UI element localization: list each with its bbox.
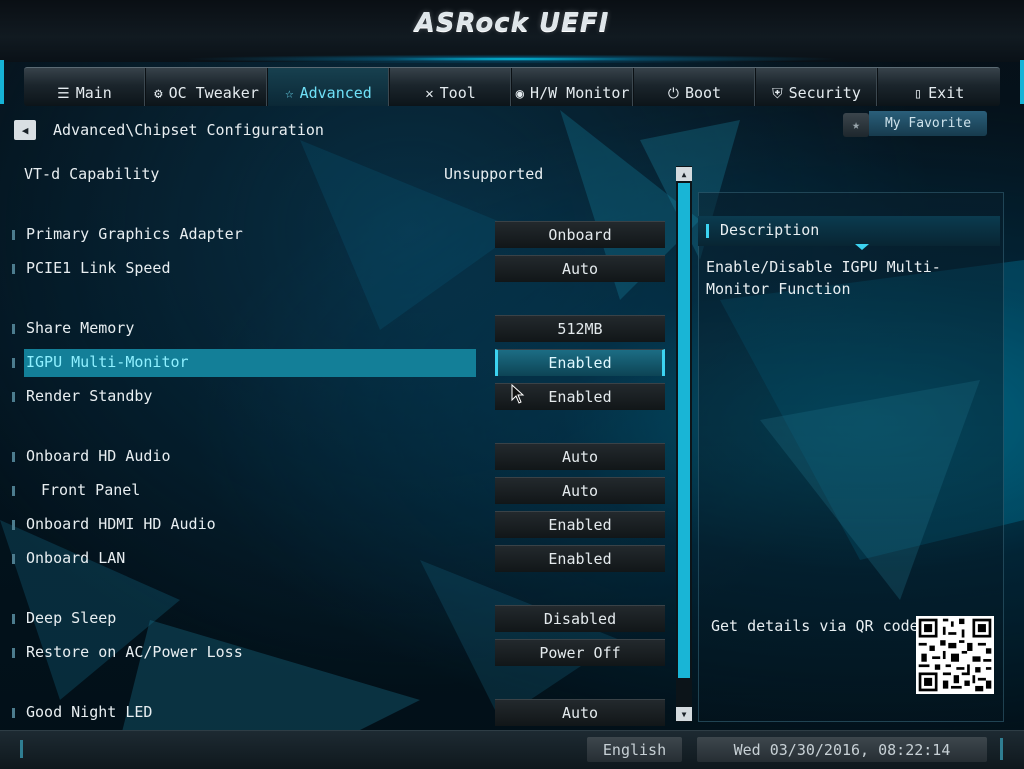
row-bullet xyxy=(12,324,15,334)
top-header: ASRock UEFI xyxy=(0,0,1024,66)
row-bullet xyxy=(12,358,15,368)
main-tab-bar: ☰ Main ⚙ OC Tweaker ☆ Advanced ✕ Tool ◉ H/W M… xyxy=(24,67,1000,106)
setting-label: Onboard LAN xyxy=(26,549,126,567)
back-button[interactable]: ◀ xyxy=(14,120,36,140)
vtd-value: Unsupported xyxy=(444,165,544,183)
row-bullet xyxy=(12,486,15,496)
setting-value-button[interactable]: Disabled xyxy=(495,605,665,632)
header-notch xyxy=(855,244,869,250)
setting-label: Onboard HDMI HD Audio xyxy=(26,515,216,533)
setting-row[interactable]: Onboard HD Audio Auto xyxy=(0,443,670,471)
setting-row[interactable]: Good Night LED Auto xyxy=(0,699,670,727)
setting-row[interactable]: Front Panel Auto xyxy=(0,477,670,505)
qr-label: Get details via QR code xyxy=(711,617,919,635)
vtd-label: VT-d Capability xyxy=(24,165,160,183)
setting-value-button[interactable]: Auto xyxy=(495,255,665,282)
rocket-icon: ⚙ xyxy=(154,86,163,102)
header-tick xyxy=(706,224,709,238)
right-accent-edge xyxy=(1020,60,1024,104)
setting-row[interactable]: Onboard HDMI HD Audio Enabled xyxy=(0,511,670,539)
tab-security[interactable]: ⛨ Security xyxy=(756,68,878,106)
setting-label: IGPU Multi-Monitor xyxy=(26,353,189,371)
description-header: Description xyxy=(698,216,1000,246)
setting-row[interactable]: PCIE1 Link Speed Auto xyxy=(0,255,670,283)
setting-row[interactable]: Deep Sleep Disabled xyxy=(0,605,670,633)
row-bullet xyxy=(12,648,15,658)
setting-row[interactable]: Share Memory 512MB xyxy=(0,315,670,343)
left-accent-edge xyxy=(0,60,4,104)
setting-value-button[interactable]: Enabled xyxy=(495,349,665,376)
description-title: Description xyxy=(720,221,820,239)
triangle-down-icon: ▼ xyxy=(681,709,687,719)
breadcrumb: Advanced\Chipset Configuration xyxy=(53,121,324,139)
asrock-uefi-logo: ASRock UEFI xyxy=(414,8,610,38)
footer-left-tick xyxy=(20,740,23,758)
row-bullet xyxy=(12,264,15,274)
tab-advanced[interactable]: ☆ Advanced xyxy=(268,68,390,106)
monitor-icon: ◉ xyxy=(515,86,525,102)
setting-value-button[interactable]: Enabled xyxy=(495,545,665,572)
door-icon: ▯ xyxy=(913,86,923,102)
setting-label: Restore on AC/Power Loss xyxy=(26,643,243,661)
row-bullet xyxy=(12,708,15,718)
tab-hw-monitor[interactable]: ◉ H/W Monitor xyxy=(512,68,634,106)
footer-right-tick xyxy=(1000,738,1003,760)
triangle-left-icon: ◀ xyxy=(21,123,29,137)
setting-value-button[interactable]: Onboard xyxy=(495,221,665,248)
my-favorite-button[interactable]: My Favorite xyxy=(869,111,987,136)
star-icon: ☆ xyxy=(285,86,294,102)
setting-row[interactable]: Render Standby Enabled xyxy=(0,383,670,411)
tab-oc-tweaker[interactable]: ⚙ OC Tweaker xyxy=(146,68,268,106)
setting-value-button[interactable]: Auto xyxy=(495,443,665,470)
setting-label: Primary Graphics Adapter xyxy=(26,225,243,243)
description-text: Enable/Disable IGPU Multi-Monitor Functi… xyxy=(706,258,941,298)
row-bullet xyxy=(12,614,15,624)
setting-row[interactable]: Primary Graphics Adapter Onboard xyxy=(0,221,670,249)
header-glow xyxy=(0,52,1024,66)
setting-row-selected[interactable]: IGPU Multi-Monitor Enabled xyxy=(0,349,670,377)
scroll-up-button[interactable]: ▲ xyxy=(676,167,692,181)
tab-main[interactable]: ☰ Main xyxy=(24,68,146,106)
row-bullet xyxy=(12,520,15,530)
setting-row[interactable]: Onboard LAN Enabled xyxy=(0,545,670,573)
tab-exit[interactable]: ▯ Exit xyxy=(878,68,1000,106)
setting-label: Onboard HD Audio xyxy=(26,447,171,465)
info-row-vtd: VT-d Capability Unsupported xyxy=(0,161,670,189)
qr-code-icon xyxy=(916,616,994,694)
tools-icon: ✕ xyxy=(425,86,434,102)
triangle-up-icon: ▲ xyxy=(681,169,687,179)
setting-value-button[interactable]: Auto xyxy=(495,477,665,504)
setting-label: Front Panel xyxy=(41,481,141,499)
tab-boot[interactable]: ⏻ Boot xyxy=(634,68,756,106)
row-bullet xyxy=(12,392,15,402)
setting-label: Share Memory xyxy=(26,319,135,337)
setting-value-button[interactable]: 512MB xyxy=(495,315,665,342)
tab-tool[interactable]: ✕ Tool xyxy=(390,68,512,106)
row-bullet xyxy=(12,554,15,564)
scrollbar-thumb[interactable] xyxy=(678,183,690,678)
row-bullet xyxy=(12,452,15,462)
setting-label: Good Night LED xyxy=(26,703,153,721)
scroll-down-button[interactable]: ▼ xyxy=(676,707,692,721)
language-button[interactable]: English xyxy=(587,737,682,762)
power-icon: ⏻ xyxy=(667,86,679,102)
datetime-display[interactable]: Wed 03/30/2016, 08:22:14 xyxy=(697,737,987,762)
row-bullet xyxy=(12,230,15,240)
setting-row[interactable]: Restore on AC/Power Loss Power Off xyxy=(0,639,670,667)
setting-label: Render Standby xyxy=(26,387,153,405)
setting-label: PCIE1 Link Speed xyxy=(26,259,171,277)
setting-value-button[interactable]: Auto xyxy=(495,699,665,726)
shield-icon: ⛨ xyxy=(772,86,783,102)
mouse-pointer-icon xyxy=(511,384,525,404)
list-icon: ☰ xyxy=(57,86,70,102)
setting-label: Deep Sleep xyxy=(26,609,117,627)
setting-value-button[interactable]: Enabled xyxy=(495,511,665,538)
setting-value-button[interactable]: Power Off xyxy=(495,639,665,666)
favorite-star-icon[interactable]: ★ xyxy=(843,113,869,137)
